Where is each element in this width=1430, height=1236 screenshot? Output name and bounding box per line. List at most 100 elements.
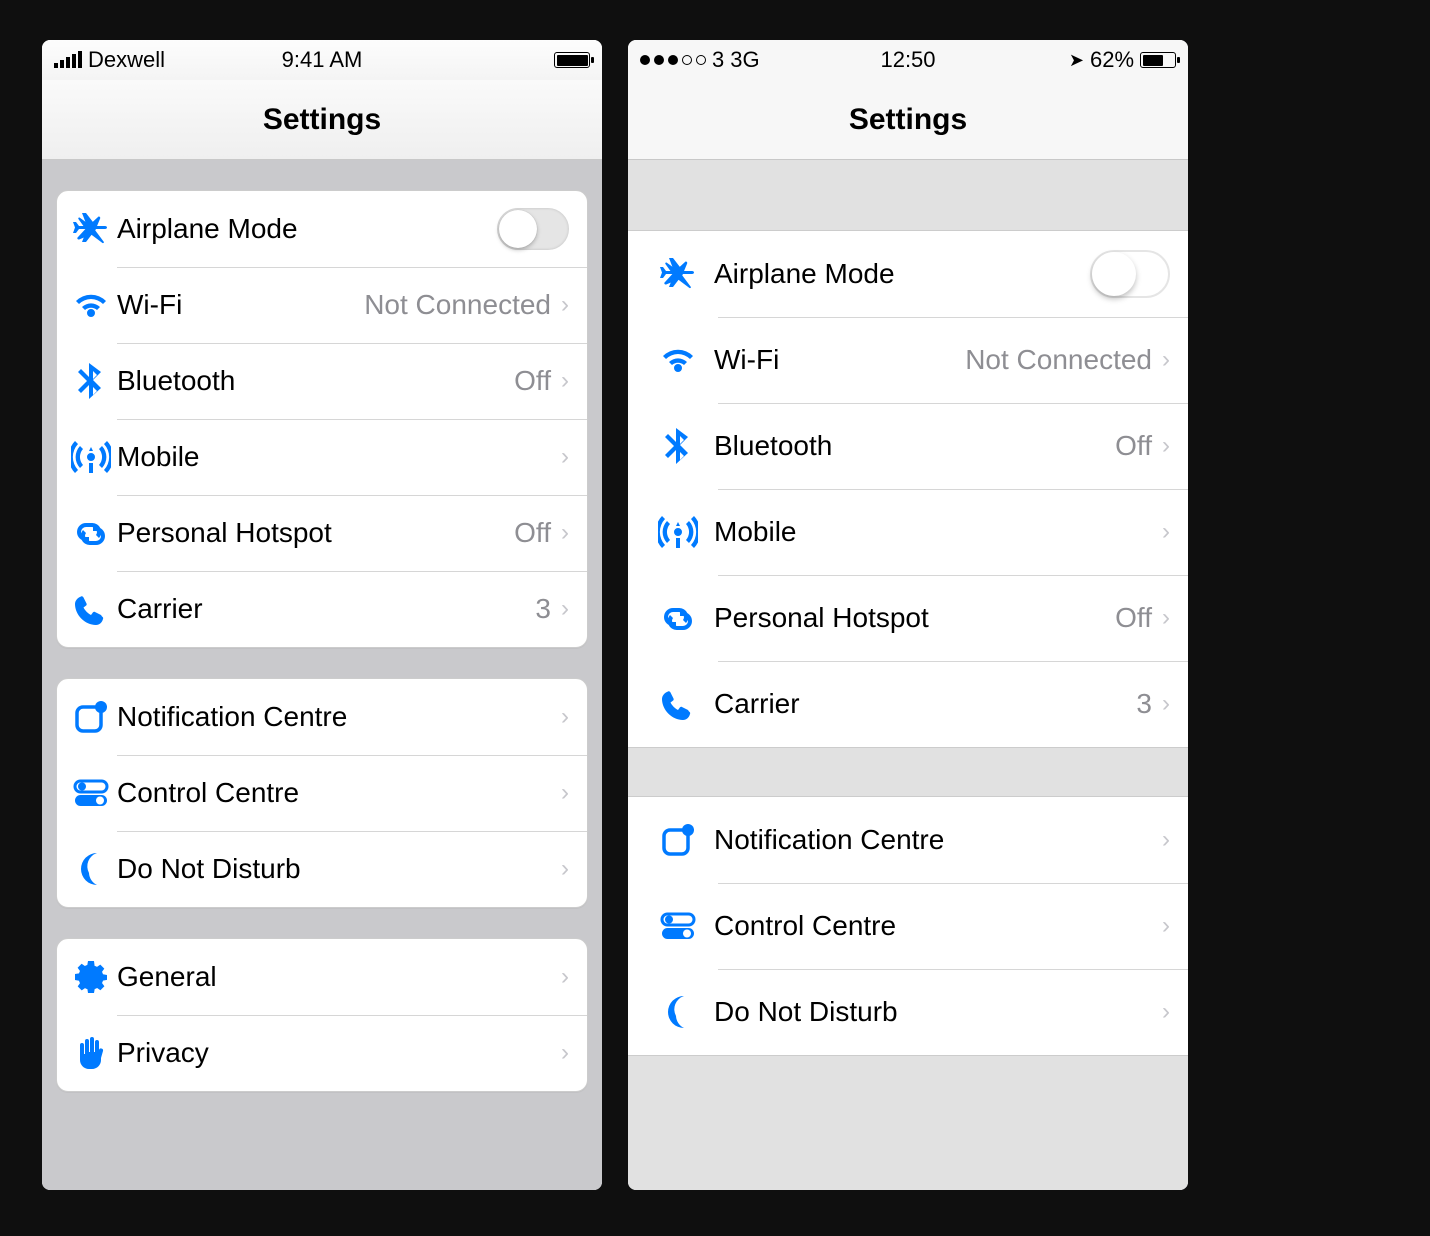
notification-badge-icon: [642, 820, 714, 860]
row-value: Off: [514, 365, 551, 397]
chevron-right-icon: ›: [561, 703, 569, 731]
settings-row-airplane[interactable]: Airplane Mode: [628, 231, 1188, 317]
row-value: Not Connected: [965, 344, 1152, 376]
airplane-icon: [642, 254, 714, 294]
airplane-icon: [65, 209, 117, 249]
settings-row-hotspot[interactable]: Personal HotspotOff›: [57, 495, 587, 571]
chevron-right-icon: ›: [1162, 346, 1170, 374]
settings-row-mobile[interactable]: Mobile ›: [628, 489, 1188, 575]
settings-row-mobile[interactable]: Mobile ›: [57, 419, 587, 495]
row-label: Carrier: [117, 593, 203, 625]
row-label: Wi-Fi: [714, 344, 779, 376]
hand-icon: [65, 1033, 117, 1073]
carrier-name: 3: [712, 47, 724, 73]
settings-content[interactable]: Airplane ModeWi-FiNot Connected›Bluetoot…: [628, 160, 1188, 1190]
nav-title: Settings: [628, 80, 1188, 160]
phone-handset-icon: [642, 684, 714, 724]
battery-percentage: 62%: [1090, 47, 1134, 73]
settings-row-airplane[interactable]: Airplane Mode: [57, 191, 587, 267]
nav-title: Settings: [42, 80, 602, 160]
hotspot-chain-icon: [642, 598, 714, 638]
settings-row-bluetooth[interactable]: Bluetooth Off ›: [628, 403, 1188, 489]
battery-icon: [554, 52, 590, 68]
chevron-right-icon: ›: [561, 779, 569, 807]
row-label: Bluetooth: [117, 365, 235, 397]
cellular-tower-icon: [642, 512, 714, 552]
bluetooth-icon: [65, 361, 117, 401]
chevron-right-icon: ›: [1162, 826, 1170, 854]
signal-strength-icon: [54, 52, 82, 68]
settings-row-hand[interactable]: Privacy ›: [57, 1015, 587, 1091]
gear-icon: [65, 957, 117, 997]
status-bar: Dexwell 9:41 AM: [42, 40, 602, 80]
hotspot-chain-icon: [65, 513, 117, 553]
settings-row-moon[interactable]: Do Not Disturb›: [628, 969, 1188, 1055]
settings-row-wifi[interactable]: Wi-FiNot Connected›: [57, 267, 587, 343]
chevron-right-icon: ›: [1162, 690, 1170, 718]
row-label: Personal Hotspot: [714, 602, 929, 634]
chevron-right-icon: ›: [561, 519, 569, 547]
settings-row-gear[interactable]: General ›: [57, 939, 587, 1015]
row-label: Airplane Mode: [714, 258, 895, 290]
settings-row-phone[interactable]: Carrier3›: [57, 571, 587, 647]
notification-badge-icon: [65, 697, 117, 737]
chevron-right-icon: ›: [561, 367, 569, 395]
location-icon: ➤: [1069, 50, 1084, 71]
settings-row-hotspot[interactable]: Personal Hotspot Off ›: [628, 575, 1188, 661]
row-label: Notification Centre: [714, 824, 944, 856]
row-label: Personal Hotspot: [117, 517, 332, 549]
row-value: Not Connected: [364, 289, 551, 321]
toggle-switch[interactable]: [1090, 250, 1170, 298]
row-label: Notification Centre: [117, 701, 347, 733]
settings-row-bluetooth[interactable]: Bluetooth Off ›: [57, 343, 587, 419]
settings-group: Notification Centre›Control Centre›Do No…: [56, 678, 588, 908]
row-label: Carrier: [714, 688, 800, 720]
row-label: Airplane Mode: [117, 213, 298, 245]
settings-content[interactable]: Airplane ModeWi-FiNot Connected›Bluetoot…: [42, 160, 602, 1190]
status-bar: 3 3G 12:50 ➤ 62%: [628, 40, 1188, 80]
crescent-moon-icon: [65, 849, 117, 889]
wifi-icon: [642, 340, 714, 380]
row-label: Do Not Disturb: [117, 853, 301, 885]
toggle-switch[interactable]: [497, 208, 569, 250]
clock-time: 12:50: [819, 47, 998, 73]
row-label: Wi-Fi: [117, 289, 182, 321]
chevron-right-icon: ›: [561, 963, 569, 991]
chevron-right-icon: ›: [561, 855, 569, 883]
settings-group: Notification Centre›Control Centre›Do No…: [628, 796, 1188, 1056]
chevron-right-icon: ›: [1162, 912, 1170, 940]
settings-row-wifi[interactable]: Wi-Fi Not Connected ›: [628, 317, 1188, 403]
chevron-right-icon: ›: [1162, 518, 1170, 546]
phone-handset-icon: [65, 589, 117, 629]
row-label: Control Centre: [117, 777, 299, 809]
settings-row-control[interactable]: Control Centre ›: [57, 755, 587, 831]
settings-row-phone[interactable]: Carrier3›: [628, 661, 1188, 747]
toggles-icon: [642, 906, 714, 946]
row-label: General: [117, 961, 217, 993]
settings-group: Airplane ModeWi-FiNot Connected›Bluetoot…: [56, 190, 588, 648]
settings-row-control[interactable]: Control Centre ›: [628, 883, 1188, 969]
settings-row-notification[interactable]: Notification Centre ›: [57, 679, 587, 755]
clock-time: 9:41 AM: [233, 47, 412, 73]
settings-row-moon[interactable]: Do Not Disturb ›: [57, 831, 587, 907]
chevron-right-icon: ›: [561, 443, 569, 471]
row-value: Off: [1115, 430, 1152, 462]
phone-screen-right: 3 3G 12:50 ➤ 62% Settings Airplane Mode W…: [628, 40, 1188, 1190]
chevron-right-icon: ›: [1162, 998, 1170, 1026]
page-title: Settings: [849, 103, 967, 137]
row-label: Privacy: [117, 1037, 209, 1069]
row-label: Mobile: [714, 516, 796, 548]
crescent-moon-icon: [642, 992, 714, 1032]
chevron-right-icon: ›: [561, 1039, 569, 1067]
carrier-name: Dexwell: [88, 47, 165, 73]
phone-screen-left: Dexwell 9:41 AM Settings Airplane Mode Wi…: [42, 40, 602, 1190]
chevron-right-icon: ›: [1162, 604, 1170, 632]
chevron-right-icon: ›: [1162, 432, 1170, 460]
row-label: Mobile: [117, 441, 199, 473]
settings-row-notification[interactable]: Notification Centre ›: [628, 797, 1188, 883]
row-label: Bluetooth: [714, 430, 832, 462]
settings-group: Airplane ModeWi-FiNot Connected›Bluetoot…: [628, 230, 1188, 748]
row-value: Off: [1115, 602, 1152, 634]
cellular-tower-icon: [65, 437, 117, 477]
row-label: Control Centre: [714, 910, 896, 942]
